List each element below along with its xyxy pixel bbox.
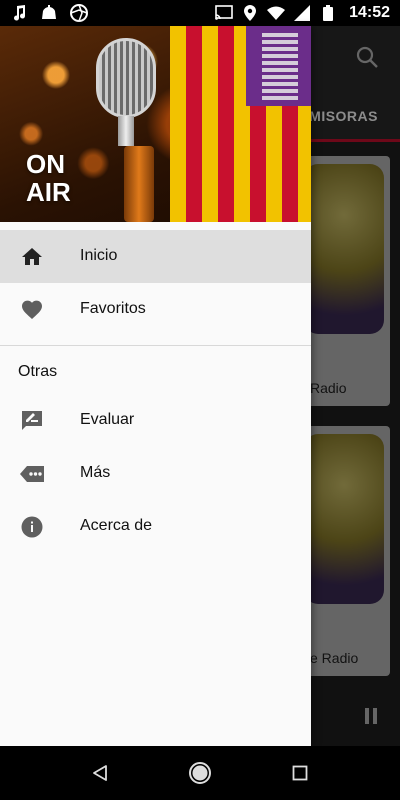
cast-icon — [215, 4, 233, 22]
app-notification-icon — [40, 4, 58, 22]
menu-item-label: Inicio — [80, 247, 118, 264]
heart-icon — [20, 298, 44, 322]
back-icon[interactable] — [91, 764, 109, 782]
rate-review-icon — [20, 409, 44, 433]
navigation-drawer: ON AIR Inicio Favoritos Otras Evaluar Má… — [0, 26, 311, 746]
menu-item-mas[interactable]: Más — [0, 447, 311, 500]
section-title-otras: Otras — [18, 363, 58, 380]
drawer-menu: Inicio Favoritos Otras Evaluar Más Acerc… — [0, 230, 311, 553]
home-icon — [20, 245, 44, 269]
menu-item-favoritos[interactable]: Favoritos — [0, 283, 311, 336]
menu-item-evaluar[interactable]: Evaluar — [0, 394, 311, 447]
menu-item-label: Acerca de — [80, 517, 153, 534]
on-air-text: ON AIR — [26, 149, 71, 207]
menu-item-acerca-de[interactable]: Acerca de — [0, 500, 311, 553]
status-time: 14:52 — [349, 4, 390, 21]
home-button-icon[interactable] — [188, 761, 212, 785]
music-note-icon — [10, 4, 28, 22]
location-icon — [241, 4, 259, 22]
recent-apps-icon[interactable] — [292, 765, 308, 781]
castle-graphic — [262, 32, 298, 100]
drawer-header-image: ON AIR — [0, 26, 311, 222]
more-icon — [20, 462, 44, 486]
menu-item-label: Más — [80, 464, 111, 481]
microphone-graphic — [96, 38, 156, 118]
aperture-icon — [70, 4, 88, 22]
signal-icon — [293, 4, 311, 22]
status-bar: 14:52 — [0, 0, 400, 26]
menu-item-inicio[interactable]: Inicio — [0, 230, 311, 283]
menu-item-label: Favoritos — [80, 300, 146, 317]
battery-icon — [319, 4, 337, 22]
menu-item-label: Evaluar — [80, 411, 135, 428]
info-icon — [20, 515, 44, 539]
system-nav-bar — [0, 746, 400, 800]
wifi-icon — [267, 4, 286, 22]
